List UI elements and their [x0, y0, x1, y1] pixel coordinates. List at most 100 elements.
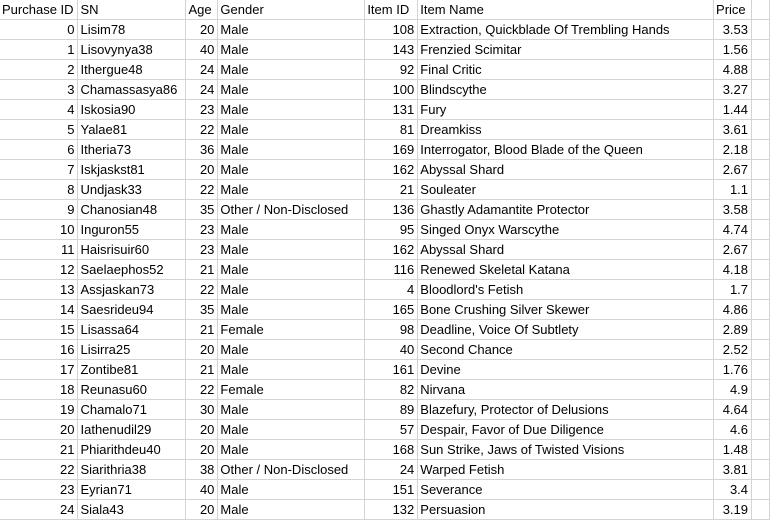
header-cell-purchase-id[interactable]: Purchase ID — [0, 0, 79, 20]
cell-price[interactable]: 2.67 — [713, 239, 753, 260]
cell-gender[interactable]: Male — [217, 239, 366, 260]
cell-age[interactable]: 22 — [185, 119, 219, 140]
cell-item-id[interactable]: 161 — [364, 359, 419, 380]
cell-sn[interactable]: Itheria73 — [77, 139, 187, 160]
cell-sn[interactable]: Saelaephos52 — [77, 259, 187, 280]
header-cell-age[interactable]: Age — [185, 0, 219, 20]
cell-item-name[interactable]: Blindscythe — [417, 79, 715, 100]
cell-item-name[interactable]: Devine — [417, 359, 715, 380]
cell-item-id[interactable]: 131 — [364, 99, 419, 120]
cell-item-name[interactable]: Fury — [417, 99, 715, 120]
cell-item-id[interactable]: 24 — [364, 459, 419, 480]
cell-item-name[interactable]: Frenzied Scimitar — [417, 39, 715, 60]
cell-item-id[interactable]: 95 — [364, 219, 419, 240]
cell-purchase-id[interactable]: 7 — [0, 159, 79, 180]
empty-cell[interactable] — [751, 319, 770, 340]
cell-age[interactable]: 20 — [185, 19, 219, 40]
cell-gender[interactable]: Male — [217, 339, 366, 360]
empty-cell[interactable] — [751, 419, 770, 440]
cell-age[interactable]: 36 — [185, 139, 219, 160]
cell-price[interactable]: 3.58 — [713, 199, 753, 220]
cell-purchase-id[interactable]: 3 — [0, 79, 79, 100]
cell-purchase-id[interactable]: 21 — [0, 439, 79, 460]
cell-item-name[interactable]: Singed Onyx Warscythe — [417, 219, 715, 240]
empty-cell[interactable] — [751, 19, 770, 40]
cell-price[interactable]: 1.7 — [713, 279, 753, 300]
cell-age[interactable]: 20 — [185, 439, 219, 460]
cell-purchase-id[interactable]: 6 — [0, 139, 79, 160]
cell-item-id[interactable]: 100 — [364, 79, 419, 100]
cell-item-name[interactable]: Renewed Skeletal Katana — [417, 259, 715, 280]
cell-age[interactable]: 23 — [185, 99, 219, 120]
cell-sn[interactable]: Lisim78 — [77, 19, 187, 40]
cell-sn[interactable]: Inguron55 — [77, 219, 187, 240]
cell-gender[interactable]: Male — [217, 299, 366, 320]
cell-purchase-id[interactable]: 4 — [0, 99, 79, 120]
cell-purchase-id[interactable]: 16 — [0, 339, 79, 360]
cell-item-name[interactable]: Souleater — [417, 179, 715, 200]
empty-cell[interactable] — [751, 279, 770, 300]
cell-sn[interactable]: Zontibe81 — [77, 359, 187, 380]
cell-purchase-id[interactable]: 13 — [0, 279, 79, 300]
cell-purchase-id[interactable]: 5 — [0, 119, 79, 140]
cell-item-name[interactable]: Ghastly Adamantite Protector — [417, 199, 715, 220]
cell-price[interactable]: 4.74 — [713, 219, 753, 240]
cell-item-name[interactable]: Blazefury, Protector of Delusions — [417, 399, 715, 420]
cell-age[interactable]: 35 — [185, 299, 219, 320]
cell-gender[interactable]: Male — [217, 439, 366, 460]
cell-gender[interactable]: Male — [217, 119, 366, 140]
empty-cell[interactable] — [751, 119, 770, 140]
cell-item-name[interactable]: Nirvana — [417, 379, 715, 400]
cell-item-name[interactable]: Bone Crushing Silver Skewer — [417, 299, 715, 320]
cell-gender[interactable]: Male — [217, 19, 366, 40]
cell-age[interactable]: 22 — [185, 379, 219, 400]
header-cell-gender[interactable]: Gender — [217, 0, 366, 20]
cell-gender[interactable]: Male — [217, 139, 366, 160]
cell-age[interactable]: 35 — [185, 199, 219, 220]
cell-item-name[interactable]: Severance — [417, 479, 715, 500]
cell-item-id[interactable]: 136 — [364, 199, 419, 220]
empty-cell[interactable] — [751, 199, 770, 220]
cell-age[interactable]: 24 — [185, 79, 219, 100]
cell-item-name[interactable]: Abyssal Shard — [417, 159, 715, 180]
cell-price[interactable]: 3.4 — [713, 479, 753, 500]
empty-cell[interactable] — [751, 79, 770, 100]
cell-price[interactable]: 3.27 — [713, 79, 753, 100]
cell-sn[interactable]: Lisassa64 — [77, 319, 187, 340]
cell-age[interactable]: 23 — [185, 239, 219, 260]
cell-gender[interactable]: Male — [217, 359, 366, 380]
cell-price[interactable]: 4.64 — [713, 399, 753, 420]
cell-age[interactable]: 24 — [185, 59, 219, 80]
cell-price[interactable]: 2.89 — [713, 319, 753, 340]
cell-purchase-id[interactable]: 10 — [0, 219, 79, 240]
empty-cell[interactable] — [751, 59, 770, 80]
cell-item-name[interactable]: Abyssal Shard — [417, 239, 715, 260]
cell-age[interactable]: 30 — [185, 399, 219, 420]
cell-age[interactable]: 38 — [185, 459, 219, 480]
cell-sn[interactable]: Chanosian48 — [77, 199, 187, 220]
cell-gender[interactable]: Male — [217, 399, 366, 420]
cell-gender[interactable]: Female — [217, 319, 366, 340]
cell-gender[interactable]: Male — [217, 219, 366, 240]
cell-item-name[interactable]: Extraction, Quickblade Of Trembling Hand… — [417, 19, 715, 40]
cell-purchase-id[interactable]: 15 — [0, 319, 79, 340]
cell-sn[interactable]: Chamalo71 — [77, 399, 187, 420]
cell-price[interactable]: 1.56 — [713, 39, 753, 60]
cell-gender[interactable]: Other / Non-Disclosed — [217, 459, 366, 480]
cell-age[interactable]: 20 — [185, 159, 219, 180]
cell-sn[interactable]: Iskosia90 — [77, 99, 187, 120]
cell-age[interactable]: 40 — [185, 479, 219, 500]
cell-item-id[interactable]: 162 — [364, 159, 419, 180]
empty-cell[interactable] — [751, 379, 770, 400]
header-cell-item-id[interactable]: Item ID — [364, 0, 419, 20]
cell-purchase-id[interactable]: 1 — [0, 39, 79, 60]
cell-purchase-id[interactable]: 22 — [0, 459, 79, 480]
cell-sn[interactable]: Iskjaskst81 — [77, 159, 187, 180]
cell-sn[interactable]: Undjask33 — [77, 179, 187, 200]
header-cell-item-name[interactable]: Item Name — [417, 0, 715, 20]
cell-gender[interactable]: Male — [217, 39, 366, 60]
cell-age[interactable]: 21 — [185, 319, 219, 340]
cell-gender[interactable]: Female — [217, 379, 366, 400]
cell-age[interactable]: 20 — [185, 419, 219, 440]
cell-sn[interactable]: Assjaskan73 — [77, 279, 187, 300]
